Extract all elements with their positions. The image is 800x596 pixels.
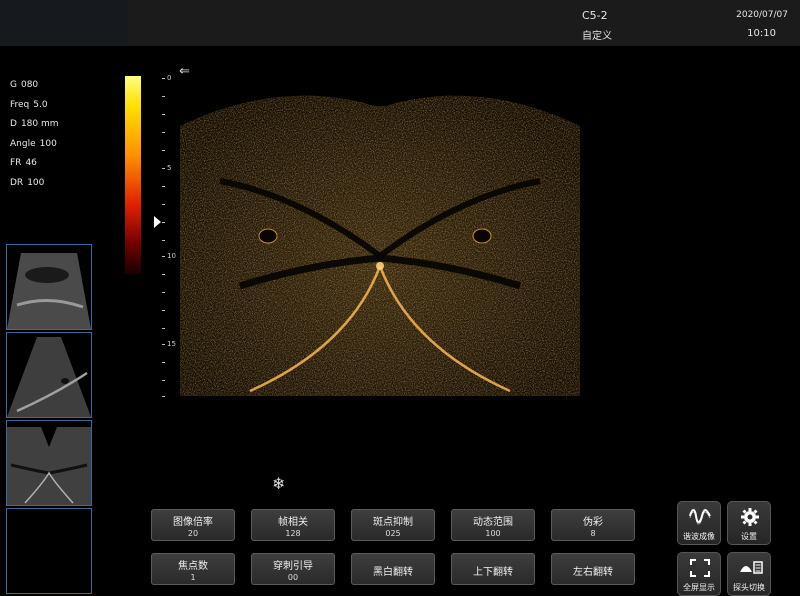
fullscreen-button[interactable]: 全屏显示	[677, 552, 721, 596]
fullscreen-icon	[690, 559, 710, 577]
time-display: 10:10	[747, 28, 776, 39]
invert-grayscale-button[interactable]: 黑白翻转	[351, 553, 435, 585]
harmonic-wave-icon	[689, 509, 711, 525]
date-display: 2020/07/07	[736, 10, 788, 20]
ultrasound-image[interactable]	[180, 86, 580, 396]
param-gain: G 080	[10, 80, 39, 90]
depth-label-10: 10	[167, 252, 176, 260]
imaging-parameters: G 080 Freq 5.0 D 180 mm Angle 100 FR 46 DR 100	[10, 76, 59, 193]
depth-label-15: 15	[167, 340, 176, 348]
gear-icon	[741, 508, 759, 526]
thumbnail-2[interactable]	[6, 332, 92, 418]
param-frame-rate: FR 46	[10, 158, 37, 168]
top-bar: C5-2 自定义 2020/07/07 10:10	[0, 0, 800, 46]
flip-horizontal-button[interactable]: 左右翻转	[551, 553, 635, 585]
thumbnail-3[interactable]	[6, 420, 92, 506]
harmonic-imaging-button[interactable]: 谐波成像	[677, 501, 721, 545]
flip-vertical-button[interactable]: 上下翻转	[451, 553, 535, 585]
thumbnail-1[interactable]	[6, 244, 92, 330]
thumbnail-4-empty[interactable]	[6, 508, 92, 594]
snowflake-icon[interactable]: ❄	[272, 474, 285, 493]
param-angle: Angle 100	[10, 138, 57, 149]
param-depth: D 180 mm	[10, 119, 59, 129]
preset-name[interactable]: 自定义	[582, 27, 612, 42]
logo-area	[0, 0, 128, 46]
focus-marker-icon[interactable]	[154, 216, 161, 228]
image-zoom-button[interactable]: 图像倍率 20	[151, 509, 235, 541]
param-frequency: Freq 5.0	[10, 99, 48, 110]
param-dynamic-range: DR 100	[10, 177, 45, 188]
probe-switch-icon	[740, 561, 763, 574]
depth-label-0: 0	[167, 74, 172, 82]
focus-count-button[interactable]: 焦点数 1	[151, 553, 235, 585]
pseudo-color-button[interactable]: 伪彩 8	[551, 509, 635, 541]
speckle-reduction-button[interactable]: 斑点抑制 025	[351, 509, 435, 541]
dynamic-range-button[interactable]: 动态范围 100	[451, 509, 535, 541]
depth-scale: 0 5 10 15	[162, 72, 182, 402]
probe-switch-button[interactable]: 探头切换	[727, 552, 771, 596]
frame-correlation-button[interactable]: 帧相关 128	[251, 509, 335, 541]
depth-label-5: 5	[167, 164, 172, 172]
puncture-guide-button[interactable]: 穿刺引导 00	[251, 553, 335, 585]
pseudo-color-bar	[125, 76, 141, 274]
probe-name[interactable]: C5-2	[582, 9, 608, 22]
settings-button[interactable]: 设置	[727, 501, 771, 545]
